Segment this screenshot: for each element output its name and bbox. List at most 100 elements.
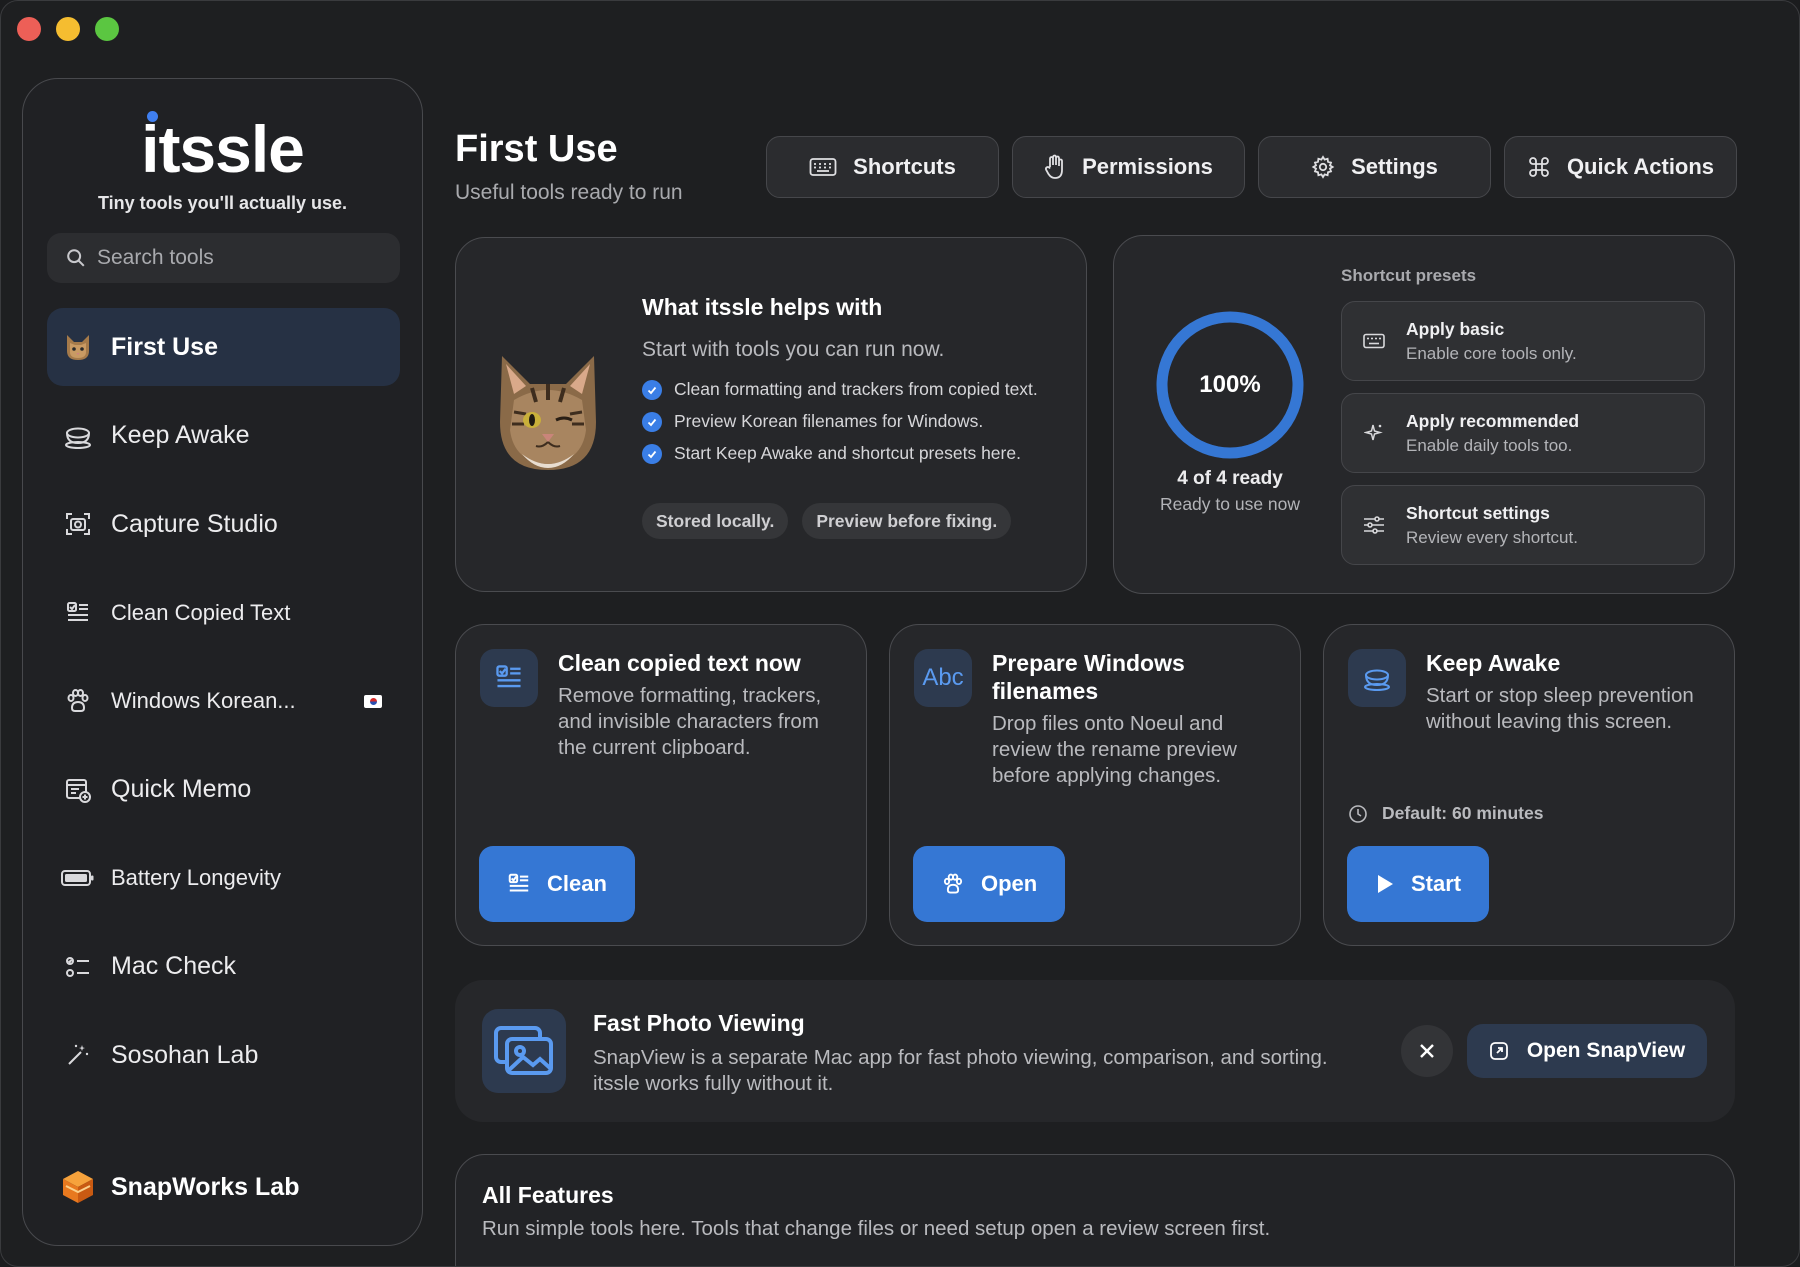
sidebar-item-label: Mac Check — [111, 952, 237, 980]
maximize-window-button[interactable] — [95, 17, 119, 41]
sidebar-nav: First Use Keep Awake Capture Studio Clea… — [47, 308, 400, 1105]
search-box[interactable] — [47, 233, 400, 283]
readiness-count: 4 of 4 ready — [1177, 468, 1283, 489]
sidebar-item-label: Quick Memo — [111, 775, 252, 803]
readiness-presets-card: 100% 4 of 4 ready Ready to use now Short… — [1113, 235, 1735, 594]
tool-title: Keep Awake — [1426, 650, 1561, 676]
intro-subtitle: Start with tools you can run now. — [642, 338, 945, 361]
sidebar-item-mac-check[interactable]: Mac Check — [47, 928, 400, 1006]
play-icon — [1378, 875, 1393, 893]
shortcut-settings-preset-button[interactable]: Shortcut settings Review every shortcut. — [1341, 485, 1705, 565]
permissions-button[interactable]: Permissions — [1012, 136, 1245, 198]
korea-flag-icon — [364, 694, 382, 708]
dismiss-banner-button[interactable] — [1401, 1025, 1453, 1077]
banner-title: Fast Photo Viewing — [593, 1010, 805, 1036]
tool-title: Prepare Windows filenames — [992, 650, 1185, 704]
sidebar-item-first-use[interactable]: First Use — [47, 308, 400, 386]
sidebar-item-windows-korean[interactable]: Windows Korean... — [47, 662, 400, 740]
gear-icon — [1311, 155, 1335, 179]
sidebar-footer-snapworks[interactable]: SnapWorks Lab — [61, 1169, 299, 1205]
abc-icon: Abc — [914, 649, 972, 707]
tool-description: Start or stop sleep prevention without l… — [1426, 684, 1694, 733]
snapview-promo-banner: Fast Photo Viewing SnapView is a separat… — [455, 980, 1735, 1122]
page-subtitle: Useful tools ready to run — [455, 181, 683, 204]
open-button-label: Open — [981, 871, 1038, 896]
sliders-icon — [1362, 516, 1386, 534]
text-check-icon — [61, 596, 95, 630]
quick-actions-button[interactable]: Quick Actions — [1504, 136, 1737, 198]
snapworks-logo-icon — [63, 1171, 93, 1203]
readiness-percent: 100% — [1199, 371, 1261, 398]
apply-basic-preset-button[interactable]: Apply basic Enable core tools only. — [1341, 301, 1705, 381]
preset-title: Shortcut settings — [1406, 502, 1550, 523]
intro-pills: Stored locally. Preview before fixing. — [642, 503, 1012, 539]
text-check-icon — [480, 649, 538, 707]
minimize-window-button[interactable] — [56, 17, 80, 41]
paw-icon — [61, 684, 95, 718]
checklist-text: Clean formatting and trackers from copie… — [674, 379, 1038, 399]
search-icon — [67, 249, 85, 267]
apply-recommended-preset-button[interactable]: Apply recommended Enable daily tools too. — [1341, 393, 1705, 473]
close-window-button[interactable] — [17, 17, 41, 41]
hand-icon — [1045, 154, 1063, 179]
shortcuts-label: Shortcuts — [853, 154, 956, 179]
keep-awake-card: Keep Awake Start or stop sleep preventio… — [1323, 624, 1735, 946]
keyboard-icon — [1362, 333, 1386, 349]
paw-icon — [943, 873, 963, 894]
all-features-title: All Features — [482, 1182, 614, 1208]
sidebar-item-keep-awake[interactable]: Keep Awake — [47, 397, 400, 475]
brand-logo: itssle — [141, 109, 305, 189]
window-controls — [17, 17, 119, 41]
shortcuts-button[interactable]: Shortcuts — [766, 136, 999, 198]
all-features-description: Run simple tools here. Tools that change… — [482, 1217, 1271, 1240]
cup-icon — [61, 419, 95, 453]
tool-title: Clean copied text now — [558, 650, 801, 676]
checkmark-icon — [642, 444, 662, 464]
magic-wand-icon — [61, 1038, 95, 1072]
quick-actions-label: Quick Actions — [1566, 154, 1715, 179]
sparkle-icon — [1362, 422, 1386, 444]
brand: itssle Tiny tools you'll actually use. — [23, 109, 422, 214]
keyboard-icon — [809, 158, 837, 176]
sidebar-item-quick-memo[interactable]: Quick Memo — [47, 751, 400, 829]
preset-subtitle: Review every shortcut. — [1406, 527, 1578, 547]
sidebar: itssle Tiny tools you'll actually use. F… — [22, 78, 423, 1246]
battery-icon — [61, 861, 95, 895]
permissions-label: Permissions — [1082, 154, 1213, 179]
sidebar-item-battery-longevity[interactable]: Battery Longevity — [47, 839, 400, 917]
sidebar-item-capture-studio[interactable]: Capture Studio — [47, 485, 400, 563]
preset-subtitle: Enable daily tools too. — [1406, 435, 1573, 455]
keep-awake-default: Default: 60 minutes — [1348, 803, 1543, 824]
sidebar-item-label: Battery Longevity — [111, 865, 281, 890]
start-button-label: Start — [1411, 871, 1462, 896]
sidebar-item-label: Capture Studio — [111, 509, 278, 538]
search-input[interactable] — [97, 246, 397, 270]
preset-subtitle: Enable core tools only. — [1406, 343, 1577, 363]
sidebar-item-sosohan-lab[interactable]: Sosohan Lab — [47, 1016, 400, 1094]
open-snapview-label: Open SnapView — [1526, 1039, 1686, 1062]
start-button[interactable]: Start — [1347, 846, 1490, 922]
camera-viewfinder-icon — [61, 507, 95, 541]
brand-name: itssle — [141, 112, 305, 186]
open-button[interactable]: Open — [913, 846, 1066, 922]
clean-button[interactable]: Clean — [479, 846, 635, 922]
abc-icon-text: Abc — [922, 664, 964, 691]
checklist-icon — [61, 950, 95, 984]
checkmark-icon — [642, 412, 662, 432]
app-window: itssle Tiny tools you'll actually use. F… — [0, 0, 1800, 1267]
sidebar-item-label: Keep Awake — [111, 421, 250, 449]
tool-description: Remove formatting, trackers, and invisib… — [558, 684, 822, 759]
stored-locally-pill: Stored locally. — [642, 503, 789, 539]
photos-icon — [482, 1009, 566, 1093]
clean-copied-text-card: Clean copied text now Remove formatting,… — [455, 624, 867, 946]
checkmark-icon — [642, 380, 662, 400]
header-toolbar: Shortcuts Permissions Settings Quick Act… — [766, 136, 1737, 198]
list-item: Start Keep Awake and shortcut presets he… — [642, 442, 1062, 464]
intro-checklist: Clean formatting and trackers from copie… — [642, 378, 1062, 474]
settings-button[interactable]: Settings — [1258, 136, 1491, 198]
command-icon — [1529, 157, 1549, 177]
sidebar-item-clean-copied-text[interactable]: Clean Copied Text — [47, 574, 400, 652]
prepare-windows-filenames-card: Abc Prepare Windows filenames Drop files… — [889, 624, 1301, 946]
open-snapview-button[interactable]: Open SnapView — [1467, 1024, 1707, 1078]
readiness-status: Ready to use now — [1159, 494, 1301, 514]
